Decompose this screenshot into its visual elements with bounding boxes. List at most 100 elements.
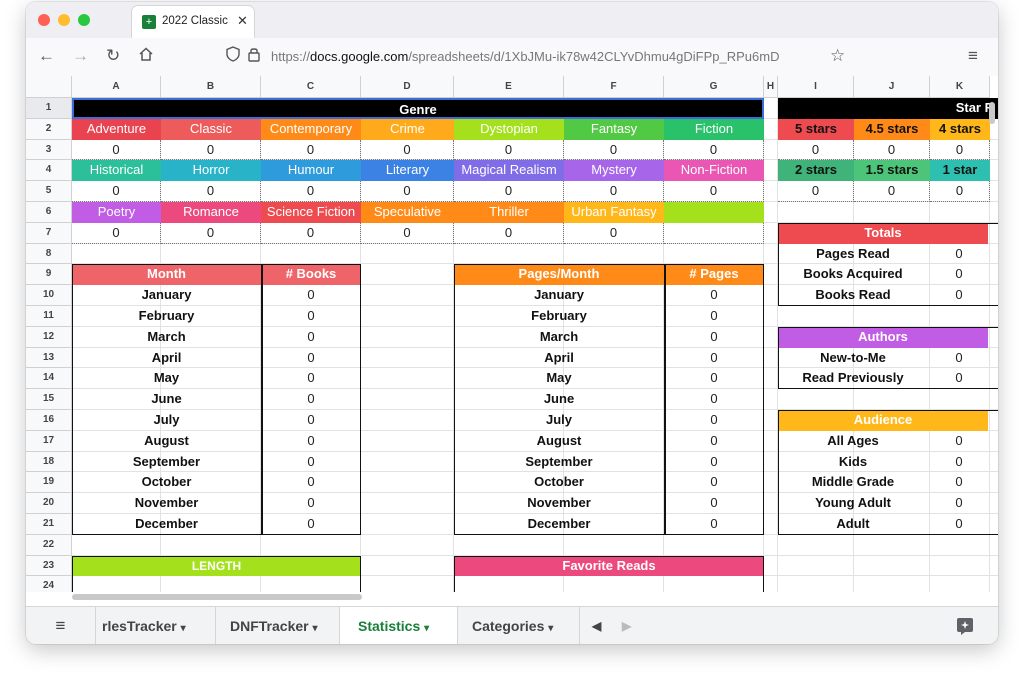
books-count-value[interactable]: 0 — [261, 493, 361, 514]
genre-label-cell[interactable]: Non-Fiction — [664, 160, 764, 182]
genre-label-cell[interactable]: Thriller — [454, 202, 564, 223]
month-label[interactable]: October — [72, 472, 261, 493]
pages-month-label[interactable]: October — [454, 472, 664, 493]
genre-header[interactable]: Genre — [72, 98, 764, 119]
pages-month-header[interactable]: Pages/Month — [454, 264, 664, 286]
genre-count-cell[interactable]: 0 — [361, 181, 454, 202]
genre-label-cell[interactable]: Literary — [361, 160, 454, 182]
genre-label-cell[interactable]: Dystopian — [454, 118, 564, 140]
pages-month-label[interactable]: February — [454, 306, 664, 327]
genre-label-cell[interactable]: Contemporary — [261, 118, 361, 140]
genre-count-cell[interactable]: 0 — [261, 139, 361, 161]
close-window-button[interactable] — [38, 14, 50, 26]
books-count-value[interactable]: 0 — [261, 431, 361, 452]
reload-icon[interactable]: ↻ — [106, 46, 120, 66]
audience-value[interactable]: 0 — [930, 452, 988, 473]
star-label-cell[interactable]: 4.5 stars — [854, 118, 930, 140]
pages-month-label[interactable]: May — [454, 368, 664, 389]
row-header-19[interactable]: 19 — [26, 472, 72, 494]
column-header-c[interactable]: C — [261, 76, 361, 98]
authors-label[interactable]: Read Previously — [778, 368, 928, 389]
genre-label-cell[interactable]: Humour — [261, 160, 361, 182]
audience-value[interactable]: 0 — [930, 514, 988, 535]
sheet-tab-readers-tracker[interactable]: rlesTracker ▾ — [96, 607, 216, 644]
authors-value[interactable]: 0 — [930, 368, 988, 389]
row-header-1[interactable]: 1 — [26, 98, 72, 119]
month-label[interactable]: February — [72, 306, 261, 327]
month-label[interactable]: July — [72, 410, 261, 431]
menu-icon[interactable]: ≡ — [968, 46, 978, 66]
minimize-window-button[interactable] — [58, 14, 70, 26]
pages-month-label[interactable]: August — [454, 431, 664, 452]
genre-count-cell[interactable]: 0 — [161, 181, 261, 202]
row-header-24[interactable]: 24 — [26, 576, 72, 592]
authors-header[interactable]: Authors — [778, 326, 988, 348]
books-count-value[interactable]: 0 — [261, 452, 361, 473]
pages-count-value[interactable]: 0 — [664, 410, 764, 431]
genre-label-cell[interactable]: Classic — [161, 118, 261, 140]
genre-label-cell[interactable]: Urban Fantasy — [564, 202, 664, 223]
month-label[interactable]: September — [72, 452, 261, 473]
star-count-cell[interactable]: 0 — [930, 181, 990, 202]
genre-label-cell[interactable]: Adventure — [72, 118, 161, 140]
genre-count-cell[interactable]: 0 — [564, 139, 664, 161]
zoom-window-button[interactable] — [78, 14, 90, 26]
pages-month-label[interactable]: July — [454, 410, 664, 431]
books-count-value[interactable]: 0 — [261, 306, 361, 327]
column-header-k[interactable]: K — [930, 76, 990, 98]
sheet-tab-dnf-tracker[interactable]: DNFTracker ▾ — [216, 607, 340, 644]
row-header-5[interactable]: 5 — [26, 181, 72, 202]
month-label[interactable]: August — [72, 431, 261, 452]
genre-count-cell[interactable]: 0 — [72, 222, 161, 244]
pages-month-label[interactable]: April — [454, 348, 664, 369]
star-label-cell[interactable]: 5 stars — [778, 118, 854, 140]
pages-count-value[interactable]: 0 — [664, 348, 764, 369]
books-count-value[interactable]: 0 — [261, 285, 361, 306]
genre-label-cell[interactable]: Crime — [361, 118, 454, 140]
pages-count-value[interactable]: 0 — [664, 493, 764, 514]
pages-count-value[interactable]: 0 — [664, 472, 764, 493]
audience-value[interactable]: 0 — [930, 493, 988, 514]
row-header-2[interactable]: 2 — [26, 118, 72, 140]
audience-label[interactable]: All Ages — [778, 431, 928, 452]
row-header-4[interactable]: 4 — [26, 160, 72, 182]
audience-label[interactable]: Kids — [778, 452, 928, 473]
authors-label[interactable]: New-to-Me — [778, 348, 928, 369]
genre-label-cell[interactable]: Historical — [72, 160, 161, 182]
genre-label-cell[interactable]: Poetry — [72, 202, 161, 223]
genre-count-cell[interactable]: 0 — [361, 222, 454, 244]
genre-count-cell[interactable] — [664, 222, 764, 244]
month-label[interactable]: May — [72, 368, 261, 389]
totals-label[interactable]: Pages Read — [778, 244, 928, 265]
row-header-6[interactable]: 6 — [26, 202, 72, 223]
shield-icon[interactable] — [226, 46, 240, 67]
genre-count-cell[interactable]: 0 — [161, 222, 261, 244]
pages-month-label[interactable]: November — [454, 493, 664, 514]
genre-count-cell[interactable]: 0 — [72, 139, 161, 161]
row-header-16[interactable]: 16 — [26, 410, 72, 431]
row-header-13[interactable]: 13 — [26, 347, 72, 369]
row-header-22[interactable]: 22 — [26, 534, 72, 556]
row-header-23[interactable]: 23 — [26, 555, 72, 577]
month-header[interactable]: Month — [72, 264, 261, 286]
star-count-cell[interactable]: 0 — [854, 181, 930, 202]
length-header[interactable]: LENGTH — [72, 555, 361, 577]
audience-value[interactable]: 0 — [930, 431, 988, 452]
row-header-11[interactable]: 11 — [26, 306, 72, 327]
scroll-tabs-right-icon[interactable]: ▶ — [622, 607, 642, 644]
explore-icon[interactable] — [956, 607, 980, 644]
pages-count-value[interactable]: 0 — [664, 368, 764, 389]
row-header-21[interactable]: 21 — [26, 514, 72, 535]
star-count-cell[interactable]: 0 — [930, 139, 990, 161]
month-label[interactable]: November — [72, 493, 261, 514]
genre-label-cell[interactable]: Fiction — [664, 118, 764, 140]
genre-count-cell[interactable]: 0 — [664, 181, 764, 202]
genre-label-cell[interactable]: Romance — [161, 202, 261, 223]
genre-count-cell[interactable]: 0 — [454, 139, 564, 161]
spreadsheet-grid[interactable]: A B C D E F G H I J K 1 2 3 4 5 6 7 8 9 10 11 12 13 14 15 16 17 18 19… — [26, 76, 998, 592]
genre-label-cell[interactable]: Speculative — [361, 202, 454, 223]
genre-label-cell[interactable] — [664, 202, 764, 223]
month-label[interactable]: June — [72, 389, 261, 410]
genre-label-cell[interactable]: Mystery — [564, 160, 664, 182]
select-all-corner[interactable] — [26, 76, 72, 98]
